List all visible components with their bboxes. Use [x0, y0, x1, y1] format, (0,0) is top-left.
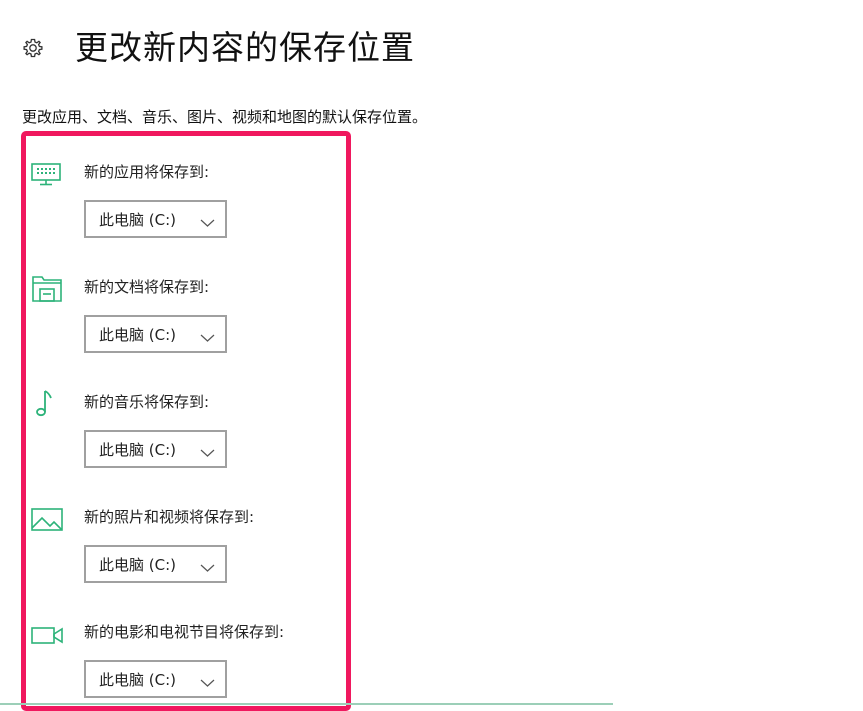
page-header: 更改新内容的保存位置 — [22, 26, 415, 70]
save-location-dropdown-photos-videos[interactable]: 此电脑 (C:) — [84, 545, 227, 583]
gear-icon — [22, 37, 44, 59]
page-description: 更改应用、文档、音乐、图片、视频和地图的默认保存位置。 — [22, 108, 428, 126]
save-location-dropdown-movies-tv[interactable]: 此电脑 (C:) — [84, 660, 227, 698]
dropdown-value: 此电脑 (C:) — [99, 555, 176, 574]
music-note-icon — [30, 388, 64, 417]
setting-label: 新的应用将保存到: — [84, 163, 210, 181]
video-camera-icon — [30, 620, 64, 648]
chevron-down-icon — [200, 329, 215, 342]
setting-label: 新的照片和视频将保存到: — [84, 508, 255, 526]
setting-label: 新的电影和电视节目将保存到: — [84, 623, 285, 641]
save-location-dropdown-music[interactable]: 此电脑 (C:) — [84, 430, 227, 468]
setting-label: 新的文档将保存到: — [84, 278, 210, 296]
monitor-icon — [30, 160, 64, 188]
folder-icon — [30, 274, 64, 302]
dropdown-value: 此电脑 (C:) — [99, 670, 176, 689]
setting-label: 新的音乐将保存到: — [84, 393, 210, 411]
chevron-down-icon — [200, 444, 215, 457]
chevron-down-icon — [200, 214, 215, 227]
picture-icon — [30, 505, 64, 533]
bottom-divider — [0, 703, 613, 705]
save-location-dropdown-documents[interactable]: 此电脑 (C:) — [84, 315, 227, 353]
dropdown-value: 此电脑 (C:) — [99, 325, 176, 344]
chevron-down-icon — [200, 559, 215, 572]
save-location-dropdown-apps[interactable]: 此电脑 (C:) — [84, 200, 227, 238]
page-title: 更改新内容的保存位置 — [75, 28, 415, 67]
chevron-down-icon — [200, 674, 215, 687]
dropdown-value: 此电脑 (C:) — [99, 440, 176, 459]
dropdown-value: 此电脑 (C:) — [99, 210, 176, 229]
